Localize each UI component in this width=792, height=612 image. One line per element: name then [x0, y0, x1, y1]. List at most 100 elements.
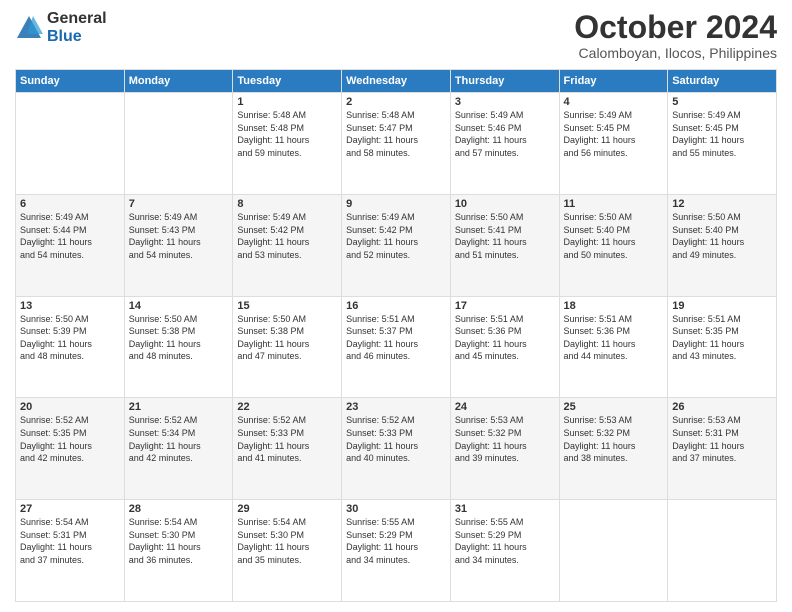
- day-cell: 7Sunrise: 5:49 AM Sunset: 5:43 PM Daylig…: [124, 194, 233, 296]
- day-info: Sunrise: 5:48 AM Sunset: 5:48 PM Dayligh…: [237, 109, 337, 159]
- week-row-3: 13Sunrise: 5:50 AM Sunset: 5:39 PM Dayli…: [16, 296, 777, 398]
- day-info: Sunrise: 5:52 AM Sunset: 5:35 PM Dayligh…: [20, 414, 120, 464]
- week-row-2: 6Sunrise: 5:49 AM Sunset: 5:44 PM Daylig…: [16, 194, 777, 296]
- day-number: 20: [20, 401, 120, 413]
- day-info: Sunrise: 5:49 AM Sunset: 5:45 PM Dayligh…: [672, 109, 772, 159]
- logo-icon: [15, 14, 43, 42]
- day-info: Sunrise: 5:54 AM Sunset: 5:31 PM Dayligh…: [20, 516, 120, 566]
- col-wednesday: Wednesday: [342, 70, 451, 93]
- day-cell: 31Sunrise: 5:55 AM Sunset: 5:29 PM Dayli…: [450, 500, 559, 602]
- title-section: October 2024 Calomboyan, Ilocos, Philipp…: [574, 10, 777, 61]
- day-number: 4: [564, 96, 664, 108]
- day-number: 12: [672, 198, 772, 210]
- day-info: Sunrise: 5:52 AM Sunset: 5:33 PM Dayligh…: [237, 414, 337, 464]
- day-cell: 19Sunrise: 5:51 AM Sunset: 5:35 PM Dayli…: [668, 296, 777, 398]
- day-cell: 17Sunrise: 5:51 AM Sunset: 5:36 PM Dayli…: [450, 296, 559, 398]
- calendar-table: Sunday Monday Tuesday Wednesday Thursday…: [15, 69, 777, 602]
- day-cell: 10Sunrise: 5:50 AM Sunset: 5:41 PM Dayli…: [450, 194, 559, 296]
- month-title: October 2024: [574, 10, 777, 45]
- day-cell: 15Sunrise: 5:50 AM Sunset: 5:38 PM Dayli…: [233, 296, 342, 398]
- day-info: Sunrise: 5:50 AM Sunset: 5:39 PM Dayligh…: [20, 313, 120, 363]
- day-cell: 18Sunrise: 5:51 AM Sunset: 5:36 PM Dayli…: [559, 296, 668, 398]
- day-cell: 20Sunrise: 5:52 AM Sunset: 5:35 PM Dayli…: [16, 398, 125, 500]
- day-cell: 22Sunrise: 5:52 AM Sunset: 5:33 PM Dayli…: [233, 398, 342, 500]
- day-info: Sunrise: 5:51 AM Sunset: 5:36 PM Dayligh…: [564, 313, 664, 363]
- day-cell: 26Sunrise: 5:53 AM Sunset: 5:31 PM Dayli…: [668, 398, 777, 500]
- col-thursday: Thursday: [450, 70, 559, 93]
- day-cell: 3Sunrise: 5:49 AM Sunset: 5:46 PM Daylig…: [450, 93, 559, 195]
- day-cell: 4Sunrise: 5:49 AM Sunset: 5:45 PM Daylig…: [559, 93, 668, 195]
- day-number: 23: [346, 401, 446, 413]
- day-info: Sunrise: 5:49 AM Sunset: 5:45 PM Dayligh…: [564, 109, 664, 159]
- day-number: 8: [237, 198, 337, 210]
- day-cell: 6Sunrise: 5:49 AM Sunset: 5:44 PM Daylig…: [16, 194, 125, 296]
- day-number: 9: [346, 198, 446, 210]
- col-saturday: Saturday: [668, 70, 777, 93]
- logo-text: General Blue: [47, 10, 107, 45]
- col-tuesday: Tuesday: [233, 70, 342, 93]
- day-info: Sunrise: 5:50 AM Sunset: 5:41 PM Dayligh…: [455, 211, 555, 261]
- day-number: 17: [455, 300, 555, 312]
- day-info: Sunrise: 5:51 AM Sunset: 5:36 PM Dayligh…: [455, 313, 555, 363]
- day-number: 21: [129, 401, 229, 413]
- col-monday: Monday: [124, 70, 233, 93]
- day-number: 7: [129, 198, 229, 210]
- day-cell: [559, 500, 668, 602]
- day-info: Sunrise: 5:50 AM Sunset: 5:38 PM Dayligh…: [129, 313, 229, 363]
- day-info: Sunrise: 5:51 AM Sunset: 5:37 PM Dayligh…: [346, 313, 446, 363]
- day-cell: [124, 93, 233, 195]
- day-info: Sunrise: 5:49 AM Sunset: 5:43 PM Dayligh…: [129, 211, 229, 261]
- day-cell: 27Sunrise: 5:54 AM Sunset: 5:31 PM Dayli…: [16, 500, 125, 602]
- day-cell: 30Sunrise: 5:55 AM Sunset: 5:29 PM Dayli…: [342, 500, 451, 602]
- day-number: 27: [20, 503, 120, 515]
- day-cell: 21Sunrise: 5:52 AM Sunset: 5:34 PM Dayli…: [124, 398, 233, 500]
- day-number: 31: [455, 503, 555, 515]
- day-cell: 12Sunrise: 5:50 AM Sunset: 5:40 PM Dayli…: [668, 194, 777, 296]
- day-info: Sunrise: 5:49 AM Sunset: 5:44 PM Dayligh…: [20, 211, 120, 261]
- day-number: 3: [455, 96, 555, 108]
- day-number: 29: [237, 503, 337, 515]
- logo-general: General: [47, 10, 107, 28]
- day-info: Sunrise: 5:54 AM Sunset: 5:30 PM Dayligh…: [129, 516, 229, 566]
- day-info: Sunrise: 5:49 AM Sunset: 5:42 PM Dayligh…: [346, 211, 446, 261]
- day-cell: 23Sunrise: 5:52 AM Sunset: 5:33 PM Dayli…: [342, 398, 451, 500]
- week-row-5: 27Sunrise: 5:54 AM Sunset: 5:31 PM Dayli…: [16, 500, 777, 602]
- week-row-4: 20Sunrise: 5:52 AM Sunset: 5:35 PM Dayli…: [16, 398, 777, 500]
- day-cell: 29Sunrise: 5:54 AM Sunset: 5:30 PM Dayli…: [233, 500, 342, 602]
- logo: General Blue: [15, 10, 107, 45]
- day-number: 10: [455, 198, 555, 210]
- day-number: 19: [672, 300, 772, 312]
- day-cell: 8Sunrise: 5:49 AM Sunset: 5:42 PM Daylig…: [233, 194, 342, 296]
- day-number: 11: [564, 198, 664, 210]
- day-cell: 28Sunrise: 5:54 AM Sunset: 5:30 PM Dayli…: [124, 500, 233, 602]
- day-number: 18: [564, 300, 664, 312]
- day-number: 16: [346, 300, 446, 312]
- day-info: Sunrise: 5:55 AM Sunset: 5:29 PM Dayligh…: [455, 516, 555, 566]
- day-number: 14: [129, 300, 229, 312]
- calendar-body: 1Sunrise: 5:48 AM Sunset: 5:48 PM Daylig…: [16, 93, 777, 602]
- day-cell: 2Sunrise: 5:48 AM Sunset: 5:47 PM Daylig…: [342, 93, 451, 195]
- calendar-header: Sunday Monday Tuesday Wednesday Thursday…: [16, 70, 777, 93]
- day-cell: [16, 93, 125, 195]
- day-cell: 1Sunrise: 5:48 AM Sunset: 5:48 PM Daylig…: [233, 93, 342, 195]
- day-number: 24: [455, 401, 555, 413]
- day-info: Sunrise: 5:52 AM Sunset: 5:34 PM Dayligh…: [129, 414, 229, 464]
- location-subtitle: Calomboyan, Ilocos, Philippines: [574, 45, 777, 61]
- day-info: Sunrise: 5:51 AM Sunset: 5:35 PM Dayligh…: [672, 313, 772, 363]
- day-number: 25: [564, 401, 664, 413]
- day-cell: [668, 500, 777, 602]
- day-number: 1: [237, 96, 337, 108]
- logo-blue: Blue: [47, 28, 107, 46]
- header: General Blue October 2024 Calomboyan, Il…: [15, 10, 777, 61]
- day-cell: 9Sunrise: 5:49 AM Sunset: 5:42 PM Daylig…: [342, 194, 451, 296]
- day-info: Sunrise: 5:55 AM Sunset: 5:29 PM Dayligh…: [346, 516, 446, 566]
- day-number: 13: [20, 300, 120, 312]
- col-sunday: Sunday: [16, 70, 125, 93]
- page: General Blue October 2024 Calomboyan, Il…: [0, 0, 792, 612]
- day-info: Sunrise: 5:52 AM Sunset: 5:33 PM Dayligh…: [346, 414, 446, 464]
- header-row: Sunday Monday Tuesday Wednesday Thursday…: [16, 70, 777, 93]
- day-number: 28: [129, 503, 229, 515]
- col-friday: Friday: [559, 70, 668, 93]
- day-info: Sunrise: 5:50 AM Sunset: 5:40 PM Dayligh…: [564, 211, 664, 261]
- day-info: Sunrise: 5:49 AM Sunset: 5:42 PM Dayligh…: [237, 211, 337, 261]
